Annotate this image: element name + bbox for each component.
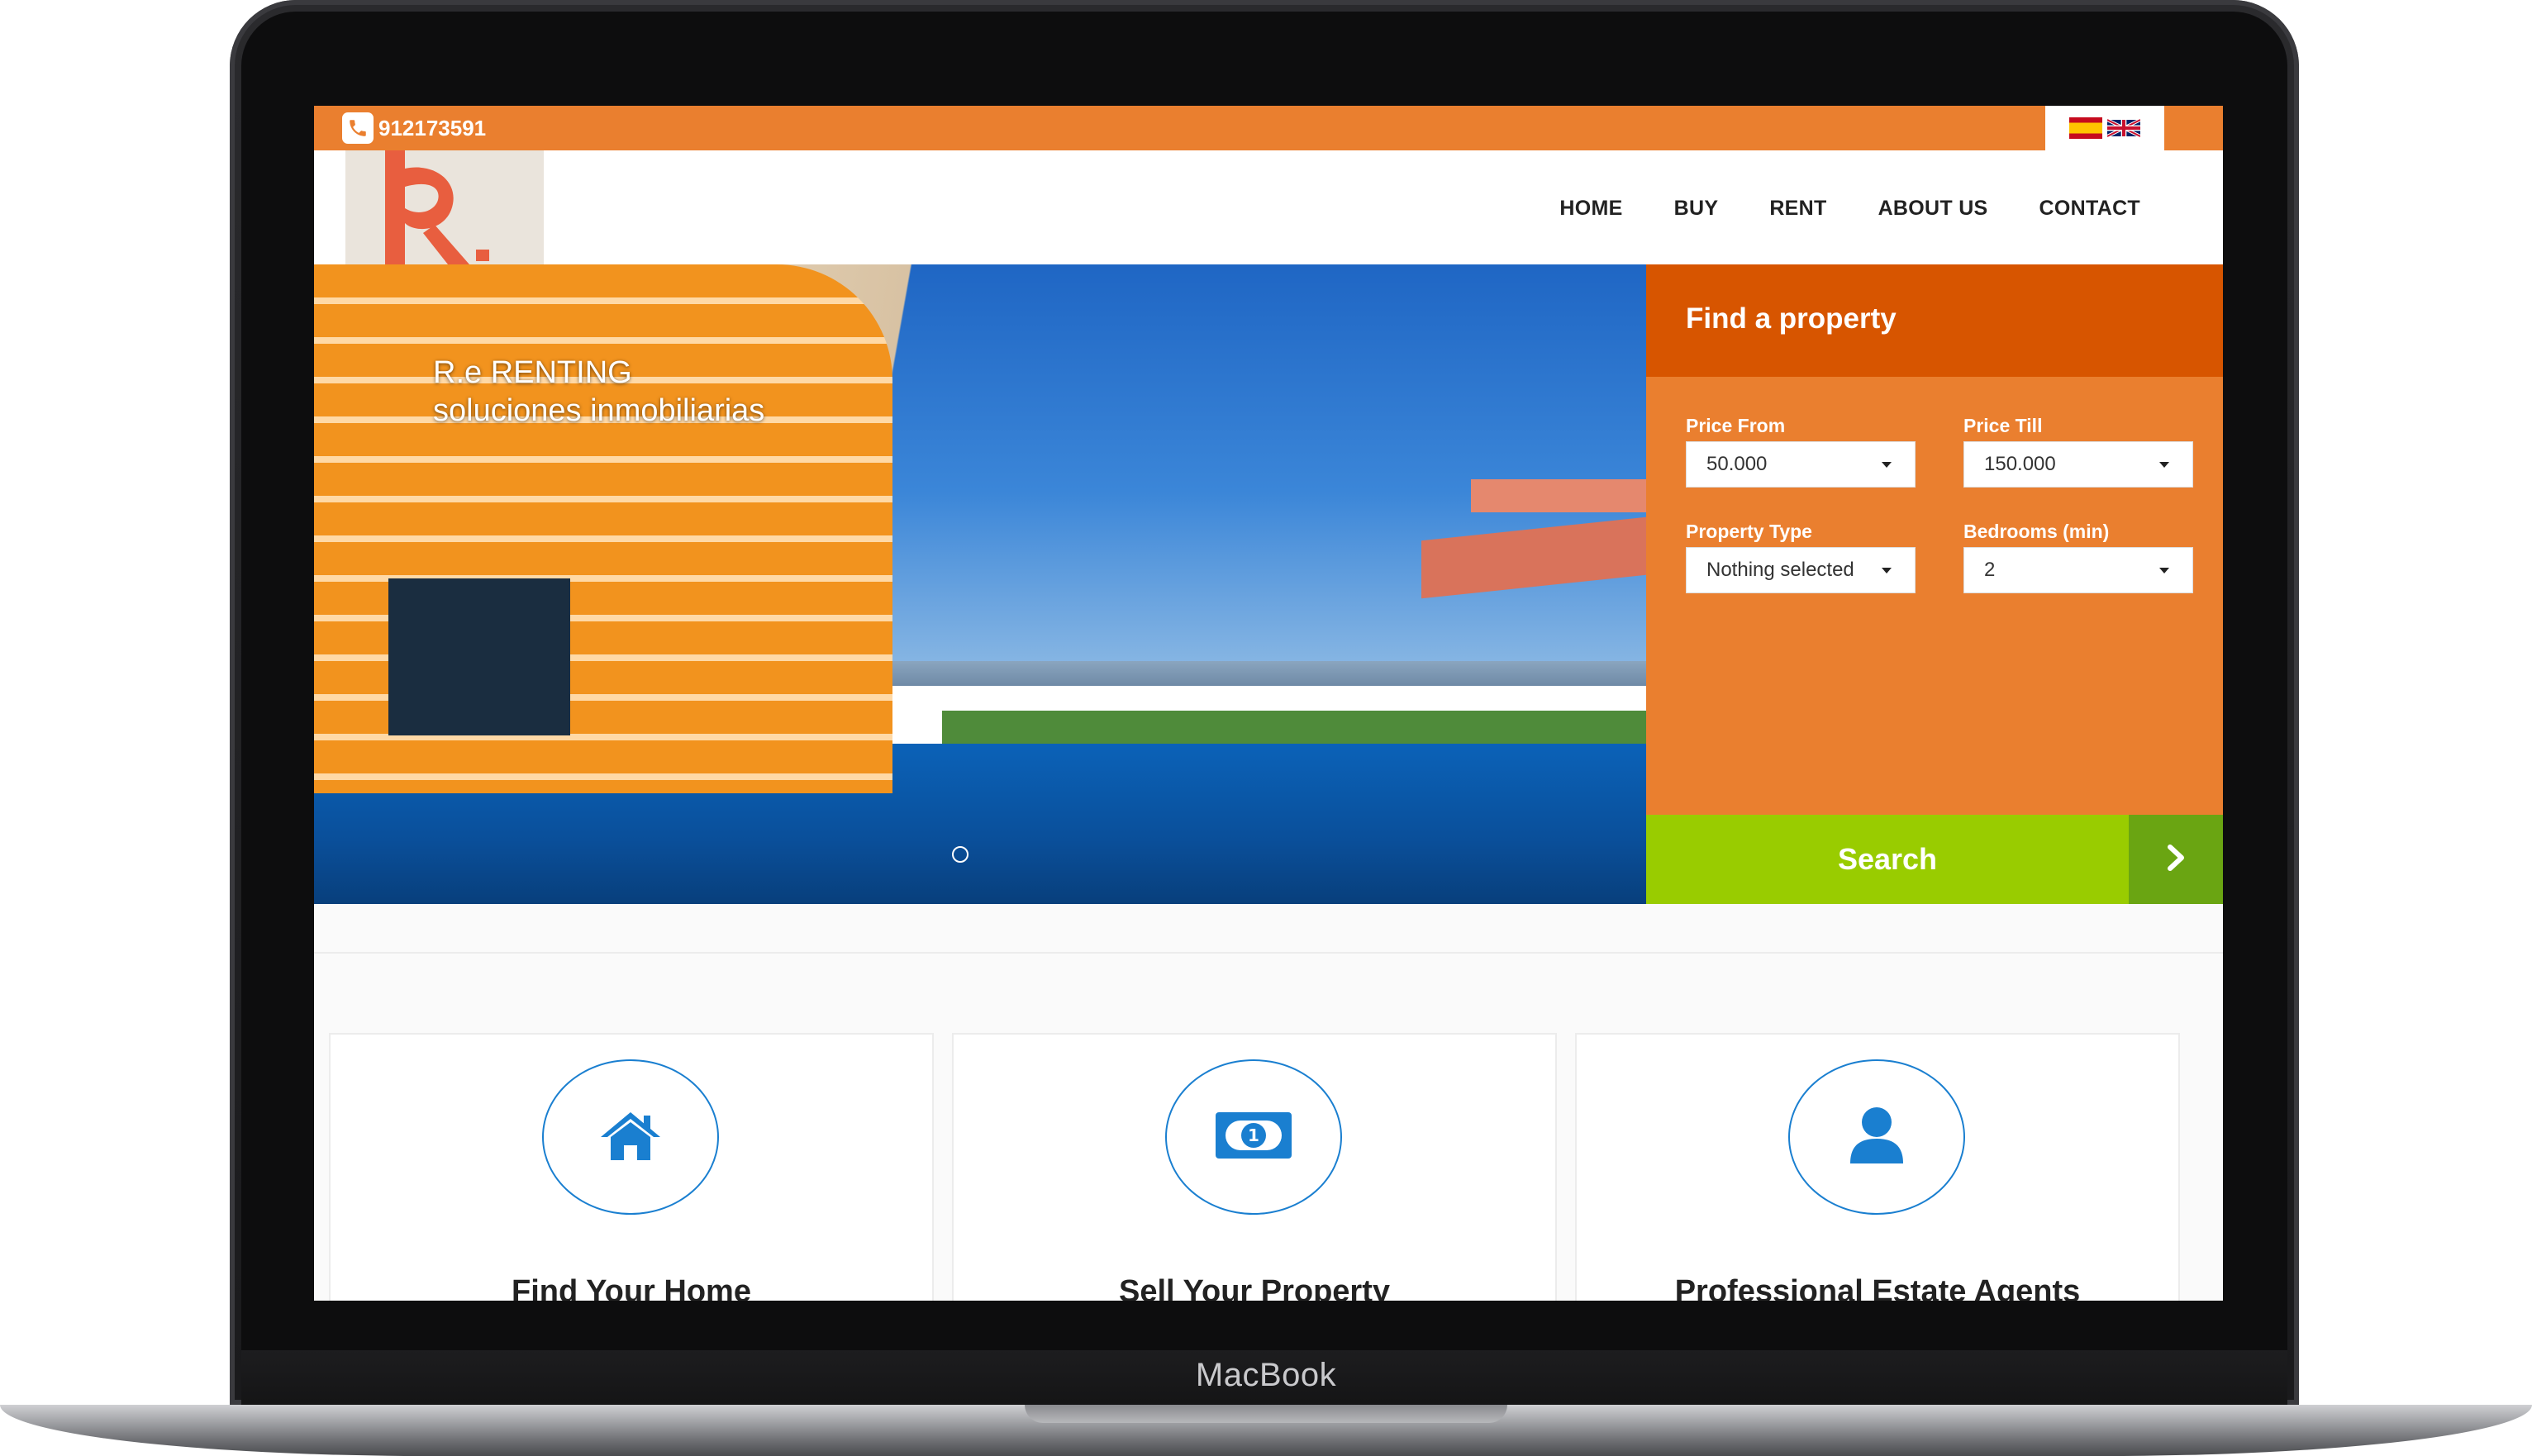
language-switcher — [2045, 106, 2164, 150]
search-button-label: Search — [1837, 842, 1938, 876]
browser-screen: 912173591 HOME BUY RENT ABOUT US CONTACT… — [314, 106, 2223, 1301]
feature-card-sell-property[interactable]: 1 Sell Your Property — [952, 1033, 1557, 1301]
property-type-label: Property Type — [1686, 521, 1812, 542]
hero-slider[interactable]: R.e RENTING soluciones inmobiliarias — [314, 264, 1646, 904]
nav-contact[interactable]: CONTACT — [2039, 197, 2140, 221]
feature-card-find-home[interactable]: Find Your Home — [329, 1033, 934, 1301]
phone-contact[interactable]: 912173591 — [342, 112, 486, 144]
feature-title: Professional Estate Agents — [1674, 1274, 2081, 1301]
price-from-select[interactable]: 50.000 — [1686, 441, 1916, 488]
hero-hills — [892, 661, 1646, 686]
site-logo[interactable] — [345, 150, 544, 264]
phone-number: 912173591 — [378, 115, 487, 140]
slider-dot[interactable] — [952, 846, 969, 863]
chevron-down-icon — [1882, 462, 1892, 468]
feature-title: Sell Your Property — [1118, 1274, 1391, 1301]
chevron-down-icon — [2159, 568, 2169, 573]
home-icon — [597, 1109, 664, 1166]
user-icon — [1847, 1106, 1906, 1169]
search-arrow-button[interactable] — [2129, 815, 2223, 904]
hero-caption: R.e RENTING soluciones inmobiliarias — [433, 354, 764, 430]
section-divider — [314, 952, 2223, 954]
hero-window — [388, 578, 570, 735]
feature-icon-circle — [542, 1059, 719, 1215]
nav-buy[interactable]: BUY — [1674, 197, 1719, 221]
hero-caption-subtitle: soluciones inmobiliarias — [433, 393, 765, 428]
bedrooms-label: Bedrooms (min) — [1963, 521, 2110, 542]
chevron-right-icon — [2163, 844, 2188, 876]
feature-title: Find Your Home — [512, 1274, 751, 1301]
property-search-panel: Find a property Price From 50.000 Price … — [1646, 264, 2223, 904]
money-bill-icon: 1 — [1214, 1111, 1293, 1164]
nav-rent[interactable]: RENT — [1769, 197, 1826, 221]
nav-home[interactable]: HOME — [1559, 197, 1622, 221]
feature-icon-circle: 1 — [1165, 1059, 1342, 1215]
chevron-down-icon — [1882, 568, 1892, 573]
feature-icon-circle — [1788, 1059, 1965, 1215]
feature-card-estate-agents[interactable]: Professional Estate Agents — [1575, 1033, 2180, 1301]
uk-flag-icon[interactable] — [2107, 117, 2140, 139]
search-panel-header: Find a property — [1646, 264, 2223, 377]
property-type-value: Nothing selected — [1706, 559, 1854, 581]
chevron-down-icon — [2159, 462, 2169, 468]
price-from-label: Price From — [1686, 415, 1786, 436]
property-type-select[interactable]: Nothing selected — [1686, 547, 1916, 593]
hero-deck-upper — [1471, 479, 1646, 512]
search-panel-title: Find a property — [1686, 302, 1897, 335]
bedrooms-select[interactable]: 2 — [1963, 547, 2193, 593]
hero-lawn — [942, 711, 1646, 744]
phone-icon — [342, 112, 374, 144]
bedrooms-value: 2 — [1984, 559, 1996, 581]
search-button[interactable]: Search — [1646, 815, 2129, 904]
price-till-select[interactable]: 150.000 — [1963, 441, 2193, 488]
main-nav: HOME BUY RENT ABOUT US CONTACT — [1559, 197, 2140, 221]
hero-caption-title: R.e RENTING — [433, 355, 632, 390]
price-till-label: Price Till — [1963, 415, 2043, 436]
svg-text:1: 1 — [1248, 1125, 1259, 1145]
spain-flag-icon[interactable] — [2069, 117, 2102, 139]
device-brand-label: MacBook — [1195, 1357, 1337, 1393]
laptop-notch — [1025, 1405, 1507, 1423]
top-bar: 912173591 — [314, 106, 2223, 150]
price-from-value: 50.000 — [1706, 453, 1768, 475]
nav-about-us[interactable]: ABOUT US — [1878, 197, 1988, 221]
price-till-value: 150.000 — [1984, 453, 2056, 475]
